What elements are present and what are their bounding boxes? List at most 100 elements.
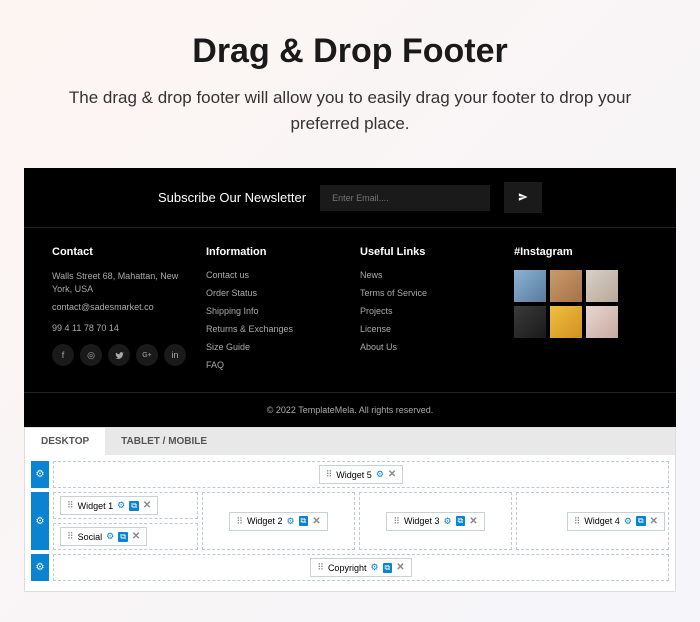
close-icon[interactable]: ✕ — [469, 516, 477, 527]
drop-cell[interactable]: ⠿ Widget 1 ⚙ ⧉ ✕ — [53, 492, 198, 519]
drop-cell[interactable]: ⠿ Widget 3 ⚙ ⧉ ✕ — [359, 492, 512, 550]
drop-cell[interactable]: ⠿ Social ⚙ ⧉ ✕ — [53, 523, 198, 550]
footer-link[interactable]: Size Guide — [206, 342, 340, 352]
builder-row: ⚙ ⠿ Widget 1 ⚙ ⧉ ✕ ⠿ — [31, 492, 669, 550]
gear-icon[interactable]: ⚙ — [106, 531, 114, 542]
drag-icon: ⠿ — [326, 469, 333, 480]
row-settings-handle[interactable]: ⚙ — [31, 554, 49, 581]
instagram-thumb[interactable] — [514, 270, 546, 302]
information-heading: Information — [206, 246, 340, 258]
footer-preview: Subscribe Our Newsletter Contact Walls S… — [24, 168, 676, 427]
linkedin-icon[interactable]: in — [164, 344, 186, 366]
row-settings-handle[interactable]: ⚙ — [31, 461, 49, 488]
drop-cell[interactable]: ⠿ Widget 4 ⚙ ⧉ ✕ — [516, 492, 669, 550]
widget-block[interactable]: ⠿ Copyright ⚙ ⧉ ✕ — [310, 558, 411, 577]
contact-phone: 99 4 11 78 70 14 — [52, 322, 186, 335]
instagram-icon[interactable]: ◎ — [80, 344, 102, 366]
device-tabs: DESKTOP TABLET / MOBILE — [25, 428, 675, 455]
footer-link[interactable]: License — [360, 324, 494, 334]
tab-tablet-mobile[interactable]: TABLET / MOBILE — [105, 428, 223, 455]
widget-block[interactable]: ⠿ Widget 4 ⚙ ⧉ ✕ — [567, 512, 665, 531]
close-icon[interactable]: ✕ — [396, 562, 404, 573]
close-icon[interactable]: ✕ — [388, 469, 396, 480]
gear-icon[interactable]: ⚙ — [286, 516, 294, 527]
footer-link[interactable]: Projects — [360, 306, 494, 316]
instagram-heading: #Instagram — [514, 246, 648, 258]
footer-link[interactable]: Contact us — [206, 270, 340, 280]
duplicate-icon[interactable]: ⧉ — [383, 563, 393, 573]
widget-label: Widget 4 — [584, 516, 620, 526]
footer-col-contact: Contact Walls Street 68, Mahattan, New Y… — [52, 246, 186, 378]
instagram-thumb[interactable] — [550, 270, 582, 302]
duplicate-icon[interactable]: ⧉ — [636, 516, 646, 526]
footer-link[interactable]: FAQ — [206, 360, 340, 370]
instagram-thumb[interactable] — [514, 306, 546, 338]
footer-link[interactable]: News — [360, 270, 494, 280]
widget-label: Widget 5 — [336, 470, 372, 480]
widget-label: Widget 2 — [247, 516, 283, 526]
newsletter-input[interactable] — [320, 185, 490, 211]
tab-desktop[interactable]: DESKTOP — [25, 428, 105, 455]
gear-icon[interactable]: ⚙ — [376, 469, 384, 480]
page-title: Drag & Drop Footer — [50, 32, 650, 71]
gear-icon[interactable]: ⚙ — [624, 516, 632, 527]
useful-heading: Useful Links — [360, 246, 494, 258]
contact-address: Walls Street 68, Mahattan, New York, USA — [52, 270, 186, 295]
newsletter-bar: Subscribe Our Newsletter — [24, 168, 676, 228]
footer-link[interactable]: About Us — [360, 342, 494, 352]
footer-link[interactable]: Terms of Service — [360, 288, 494, 298]
widget-label: Social — [78, 532, 103, 542]
drag-icon: ⠿ — [236, 516, 243, 527]
drag-icon: ⠿ — [67, 531, 74, 542]
widget-label: Copyright — [328, 563, 367, 573]
footer-col-information: Information Contact us Order Status Ship… — [206, 246, 340, 378]
close-icon[interactable]: ✕ — [143, 500, 151, 511]
duplicate-icon[interactable]: ⧉ — [456, 516, 466, 526]
copyright-text: © 2022 TemplateMela. All rights reserved… — [24, 392, 676, 427]
instagram-thumb[interactable] — [586, 306, 618, 338]
drag-icon: ⠿ — [574, 516, 581, 527]
close-icon[interactable]: ✕ — [312, 516, 320, 527]
duplicate-icon[interactable]: ⧉ — [299, 516, 309, 526]
footer-builder: DESKTOP TABLET / MOBILE ⚙ ⠿ Widget 5 ⚙ ✕… — [24, 427, 676, 592]
drop-cell[interactable]: ⠿ Widget 5 ⚙ ✕ — [53, 461, 669, 488]
gear-icon[interactable]: ⚙ — [443, 516, 451, 527]
footer-col-useful: Useful Links News Terms of Service Proje… — [360, 246, 494, 378]
drop-cell[interactable]: ⠿ Copyright ⚙ ⧉ ✕ — [53, 554, 669, 581]
widget-block[interactable]: ⠿ Widget 3 ⚙ ⧉ ✕ — [386, 512, 484, 531]
instagram-thumb[interactable] — [586, 270, 618, 302]
footer-link[interactable]: Returns & Exchanges — [206, 324, 340, 334]
footer-link[interactable]: Shipping Info — [206, 306, 340, 316]
drop-cell[interactable]: ⠿ Widget 2 ⚙ ⧉ ✕ — [202, 492, 355, 550]
widget-block[interactable]: ⠿ Widget 5 ⚙ ✕ — [319, 465, 404, 484]
widget-block[interactable]: ⠿ Social ⚙ ⧉ ✕ — [60, 527, 147, 546]
duplicate-icon[interactable]: ⧉ — [129, 501, 139, 511]
instagram-thumb[interactable] — [550, 306, 582, 338]
builder-row: ⚙ ⠿ Copyright ⚙ ⧉ ✕ — [31, 554, 669, 581]
widget-block[interactable]: ⠿ Widget 1 ⚙ ⧉ ✕ — [60, 496, 158, 515]
widget-label: Widget 3 — [404, 516, 440, 526]
duplicate-icon[interactable]: ⧉ — [118, 532, 128, 542]
footer-link[interactable]: Order Status — [206, 288, 340, 298]
close-icon[interactable]: ✕ — [650, 516, 658, 527]
builder-row: ⚙ ⠿ Widget 5 ⚙ ✕ — [31, 461, 669, 488]
widget-label: Widget 1 — [78, 501, 114, 511]
drag-icon: ⠿ — [317, 562, 324, 573]
facebook-icon[interactable]: f — [52, 344, 74, 366]
googleplus-icon[interactable]: G+ — [136, 344, 158, 366]
row-settings-handle[interactable]: ⚙ — [31, 492, 49, 550]
newsletter-submit-button[interactable] — [504, 182, 542, 213]
newsletter-label: Subscribe Our Newsletter — [158, 190, 306, 205]
page-subtitle: The drag & drop footer will allow you to… — [50, 85, 650, 136]
gear-icon[interactable]: ⚙ — [370, 562, 378, 573]
footer-col-instagram: #Instagram — [514, 246, 648, 378]
widget-block[interactable]: ⠿ Widget 2 ⚙ ⧉ ✕ — [229, 512, 327, 531]
gear-icon: ⚙ — [36, 469, 45, 480]
gear-icon[interactable]: ⚙ — [117, 500, 125, 511]
contact-heading: Contact — [52, 246, 186, 258]
gear-icon: ⚙ — [36, 562, 45, 573]
close-icon[interactable]: ✕ — [132, 531, 140, 542]
twitter-icon[interactable] — [108, 344, 130, 366]
gear-icon: ⚙ — [36, 516, 45, 527]
contact-email: contact@sadesmarket.co — [52, 301, 186, 314]
